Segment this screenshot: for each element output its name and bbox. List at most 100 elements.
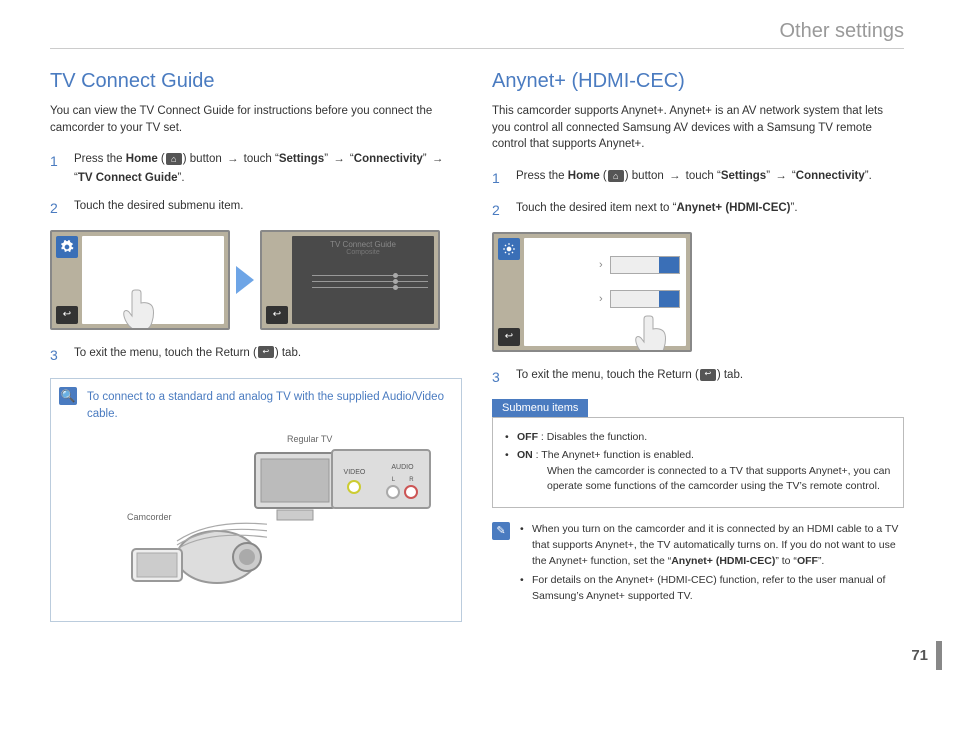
arrow-icon: →	[432, 153, 444, 165]
text: When the camcorder is connected to a TV …	[547, 464, 891, 496]
text: (	[158, 153, 165, 165]
return-icon: ↩	[266, 306, 288, 324]
gear-icon	[56, 236, 78, 258]
section-heading-anynet: Anynet+ (HDMI-CEC)	[492, 70, 904, 93]
jack-panel: VIDEO AUDIO L R	[331, 449, 431, 509]
step-number: 3	[50, 344, 64, 366]
pencil-icon: ✎	[492, 522, 510, 540]
jack-r: R	[409, 476, 413, 485]
text: ) tab.	[717, 369, 743, 381]
step-number: 1	[50, 150, 64, 187]
ui-mock-toggles: › › ↩	[492, 232, 692, 352]
arrow-icon: →	[775, 170, 787, 182]
bold: Connectivity	[796, 170, 865, 182]
video-jack-icon	[347, 480, 361, 494]
text: Touch the desired item next to “	[516, 202, 676, 214]
audio-r-jack-icon	[404, 485, 418, 499]
return-icon	[700, 369, 716, 381]
text: ) button	[183, 153, 225, 165]
text: ” to “	[775, 555, 797, 567]
touch-hand-icon	[634, 312, 674, 352]
text: ) tab.	[275, 347, 301, 359]
toggle-switch: ›	[610, 256, 680, 274]
bold: Connectivity	[354, 153, 423, 165]
connection-diagram: Regular TV Camcorder VIDEO AUDIO L R	[87, 431, 451, 611]
tip-text: To connect to a standard and analog TV w…	[87, 391, 444, 420]
text: ”.	[791, 202, 798, 214]
note-item: For details on the Anynet+ (HDMI-CEC) fu…	[532, 573, 904, 605]
jack-label: AUDIO	[391, 463, 413, 474]
note-box: ✎ When you turn on the camcorder and it …	[492, 522, 904, 609]
chevron-right-icon: ›	[599, 293, 603, 305]
bold: Anynet+ (HDMI-CEC)	[676, 202, 790, 214]
mock-canvas: TV Connect Guide Composite	[292, 236, 434, 324]
step-number: 3	[492, 366, 506, 388]
step-text: Press the Home ( ) button → touch “Settin…	[516, 167, 904, 189]
text: touch “	[240, 153, 278, 165]
screenshot-row: ↩ TV Connect Guide Composite ↩	[50, 230, 462, 330]
bold: OFF	[797, 555, 818, 567]
jack-label: VIDEO	[344, 468, 366, 479]
step-2: 2 Touch the desired submenu item.	[50, 197, 462, 219]
label-regular-tv: Regular TV	[287, 433, 332, 447]
chevron-right-icon: ›	[599, 259, 603, 271]
text: ”.	[818, 555, 824, 567]
gear-icon	[498, 238, 520, 260]
text: ”.	[865, 170, 872, 182]
step-3: 3 To exit the menu, touch the Return ( ) …	[492, 366, 904, 388]
touch-hand-icon	[122, 286, 162, 330]
mock-wires	[312, 270, 428, 293]
arrow-icon: →	[669, 170, 681, 182]
left-column: TV Connect Guide You can view the TV Con…	[50, 60, 462, 630]
note-item: When you turn on the camcorder and it is…	[532, 522, 904, 569]
arrow-icon: →	[333, 153, 345, 165]
toggle-switch: ›	[610, 290, 680, 308]
step-1: 1 Press the Home ( ) button → touch “Sett…	[50, 150, 462, 187]
home-icon	[608, 170, 624, 182]
page-number: 71	[911, 641, 942, 670]
tip-box: 🔍 To connect to a standard and analog TV…	[50, 378, 462, 623]
return-icon: ↩	[498, 328, 520, 346]
chevron-right-icon	[236, 266, 254, 294]
text: ”	[324, 153, 331, 165]
bold: Home	[126, 153, 158, 165]
text: ”	[766, 170, 773, 182]
submenu-item-on: ON : The Anynet+ function is enabled. Wh…	[517, 448, 891, 495]
submenu-box: OFF : Disables the function. ON : The An…	[492, 417, 904, 508]
camcorder-illustration	[117, 521, 267, 601]
step-2: 2 Touch the desired item next to “Anynet…	[492, 199, 904, 221]
text: Press the	[516, 170, 568, 182]
step-text: To exit the menu, touch the Return ( ) ta…	[516, 366, 904, 388]
screenshot-row: › › ↩	[492, 232, 904, 352]
text: ) button	[625, 170, 667, 182]
text: To exit the menu, touch the Return (	[74, 347, 257, 359]
text: To exit the menu, touch the Return (	[516, 369, 699, 381]
return-icon: ↩	[56, 306, 78, 324]
bold: OFF	[517, 431, 538, 443]
step-number: 1	[492, 167, 506, 189]
bold: Home	[568, 170, 600, 182]
audio-l-jack-icon	[386, 485, 400, 499]
arrow-icon: →	[227, 153, 239, 165]
ui-mock-guide: TV Connect Guide Composite ↩	[260, 230, 440, 330]
return-icon	[258, 346, 274, 358]
bold: Settings	[721, 170, 766, 182]
bold: Settings	[279, 153, 324, 165]
step-text: Touch the desired submenu item.	[74, 197, 462, 219]
step-number: 2	[492, 199, 506, 221]
submenu-block: Submenu items OFF : Disables the functio…	[492, 398, 904, 508]
submenu-item-off: OFF : Disables the function.	[517, 430, 891, 446]
step-1: 1 Press the Home ( ) button → touch “Sett…	[492, 167, 904, 189]
text: (	[600, 170, 607, 182]
text: : Disables the function.	[538, 431, 647, 443]
page-body: TV Connect Guide You can view the TV Con…	[0, 0, 954, 670]
bold: ON	[517, 449, 533, 461]
ui-mock-menu: ↩	[50, 230, 230, 330]
text: Press the	[74, 153, 126, 165]
text: touch “	[682, 170, 720, 182]
home-icon	[166, 153, 182, 165]
step-3: 3 To exit the menu, touch the Return ( ) …	[50, 344, 462, 366]
mock-title: TV Connect Guide	[292, 236, 434, 249]
step-text: To exit the menu, touch the Return ( ) ta…	[74, 344, 462, 366]
section-heading-tv: TV Connect Guide	[50, 70, 462, 93]
